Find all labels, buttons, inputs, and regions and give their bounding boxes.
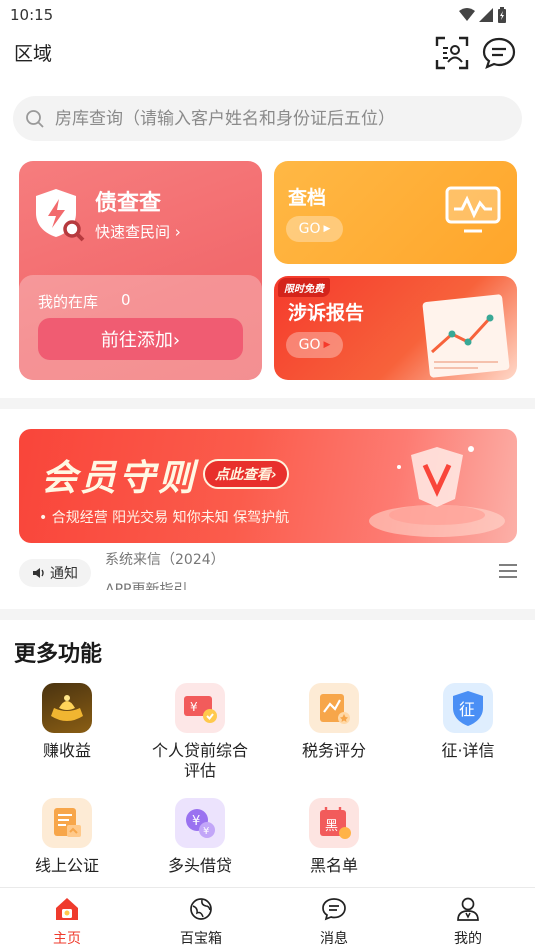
func-blacklist[interactable]: 黑 黑名单 xyxy=(279,798,389,876)
stock-panel: 我的在库 0 前往添加› xyxy=(19,275,262,380)
nav-label: 消息 xyxy=(320,931,348,947)
stock-count: 0 xyxy=(121,291,131,309)
vip-trophy-icon xyxy=(369,446,505,537)
debt-check-card[interactable]: 债查查 快速查民间 › 我的在库 0 前往添加› xyxy=(19,161,262,380)
free-badge: 限时免费 xyxy=(278,278,330,297)
func-credit-detail[interactable]: 征 征·详信 xyxy=(413,683,523,761)
region-title[interactable]: 区域 xyxy=(14,39,52,66)
add-client-label: 前往添加 xyxy=(100,330,173,351)
func-tax-score[interactable]: 税务评分 xyxy=(279,683,389,761)
more-functions-title: 更多功能 xyxy=(14,642,103,667)
play-arrow-icon: ▶ xyxy=(323,340,331,350)
shield-lightning-icon xyxy=(36,189,85,242)
nav-home[interactable]: 主页 xyxy=(27,896,107,948)
dot-icon: • xyxy=(39,510,48,526)
view-rules-button[interactable]: 点此查看› xyxy=(203,459,289,489)
lawsuit-report-card[interactable]: 限时免费 涉诉报告 GO ▶ xyxy=(274,276,517,380)
func-label: 多头借贷 xyxy=(167,856,232,875)
battery-icon xyxy=(498,7,506,23)
bottom-nav: 主页 百宝箱 消息 我的 xyxy=(0,887,535,951)
notice-line: 系统来信（2024） xyxy=(105,552,225,568)
svg-text:黑: 黑 xyxy=(325,819,338,834)
monitor-chart-icon xyxy=(445,186,501,233)
member-rules-banner[interactable]: 会员守则 点此查看› • 合规经营 阳光交易 知你未知 保驾护航 xyxy=(19,429,517,543)
section-divider xyxy=(0,398,535,409)
wifi-icon xyxy=(459,8,475,21)
func-online-notary[interactable]: 线上公证 xyxy=(12,798,122,876)
nav-label: 主页 xyxy=(53,931,81,947)
func-label: 线上公证 xyxy=(34,856,99,875)
search-input[interactable] xyxy=(55,108,515,129)
status-bar: 10:15 xyxy=(0,0,535,30)
stock-label: 我的在库 xyxy=(38,293,99,311)
debt-card-subtitle[interactable]: 快速查民间 › xyxy=(95,221,181,242)
banner-title: 会员守则 xyxy=(41,458,198,499)
notice-line: APP更新指引 xyxy=(105,582,188,590)
add-client-button[interactable]: 前往添加› xyxy=(38,318,243,360)
signal-icon xyxy=(479,8,493,22)
loan-card-icon: ¥ xyxy=(175,683,225,733)
func-label: 黑名单 xyxy=(309,856,358,875)
archive-go-button[interactable]: GO ▶ xyxy=(286,216,343,242)
nav-label: 百宝箱 xyxy=(180,931,222,947)
func-earn-income[interactable]: 赚收益 xyxy=(12,683,122,761)
play-arrow-icon: ▶ xyxy=(323,224,331,234)
func-label: 税务评分 xyxy=(301,741,366,760)
view-rules-label: 点此查看 xyxy=(215,467,271,483)
debt-card-subtitle-text: 快速查民间 xyxy=(95,223,171,241)
archive-go-label: GO xyxy=(298,221,321,237)
svg-text:征: 征 xyxy=(459,700,475,719)
notice-row[interactable]: 通知 系统来信（2024） APP更新指引 xyxy=(0,550,535,595)
gold-ingot-icon xyxy=(42,683,92,733)
func-loan-assessment[interactable]: ¥ 个人贷前综合评估 xyxy=(145,683,255,781)
archive-card-title: 查档 xyxy=(288,187,327,209)
notice-tag-label: 通知 xyxy=(50,566,78,582)
scan-id-icon[interactable] xyxy=(435,36,469,70)
lawsuit-go-label: GO xyxy=(298,337,321,353)
notice-ticker[interactable]: 系统来信（2024） APP更新指引 xyxy=(105,550,485,590)
notary-doc-icon xyxy=(42,798,92,848)
notice-tag: 通知 xyxy=(19,559,91,587)
svg-text:¥: ¥ xyxy=(192,814,200,829)
chevron-right-icon: › xyxy=(174,223,181,241)
chevron-right-icon: › xyxy=(271,467,277,483)
func-multi-lending[interactable]: ¥ ¥ 多头借贷 xyxy=(145,798,255,876)
svg-text:¥: ¥ xyxy=(190,700,198,714)
profile-icon xyxy=(457,897,479,921)
speaker-icon xyxy=(33,568,44,578)
tax-chart-icon xyxy=(309,683,359,733)
credit-shield-icon: 征 xyxy=(443,683,493,733)
blacklist-calendar-icon: 黑 xyxy=(309,798,359,848)
chevron-right-icon: › xyxy=(172,330,181,351)
lawsuit-card-title: 涉诉报告 xyxy=(288,302,365,324)
message-icon xyxy=(322,898,346,921)
chat-icon[interactable] xyxy=(482,36,516,70)
svg-text:¥: ¥ xyxy=(203,826,209,837)
app-header: 区域 xyxy=(0,30,535,74)
home-icon xyxy=(56,898,78,920)
func-label: 赚收益 xyxy=(42,741,91,760)
search-box[interactable] xyxy=(13,96,522,141)
toolbox-icon xyxy=(190,898,212,920)
multi-coin-icon: ¥ ¥ xyxy=(175,798,225,848)
archive-card[interactable]: 查档 GO ▶ xyxy=(274,161,517,264)
report-chart-icon xyxy=(422,294,510,378)
nav-profile[interactable]: 我的 xyxy=(428,896,508,948)
nav-label: 我的 xyxy=(454,931,482,947)
debt-card-title: 债查查 xyxy=(95,191,162,216)
lawsuit-go-button[interactable]: GO ▶ xyxy=(286,332,343,358)
status-time: 10:15 xyxy=(10,6,54,24)
banner-slogan-text: 合规经营 阳光交易 知你未知 保驾护航 xyxy=(51,510,290,526)
section-divider xyxy=(0,609,535,620)
func-label: 个人贷前综合评估 xyxy=(151,741,248,780)
search-icon xyxy=(26,109,44,128)
nav-toolbox[interactable]: 百宝箱 xyxy=(161,896,241,948)
menu-icon[interactable] xyxy=(499,564,517,578)
banner-slogan: • 合规经营 阳光交易 知你未知 保驾护航 xyxy=(39,507,289,527)
nav-messages[interactable]: 消息 xyxy=(294,896,374,948)
func-label: 征·详信 xyxy=(441,741,495,760)
status-icons xyxy=(459,7,507,23)
